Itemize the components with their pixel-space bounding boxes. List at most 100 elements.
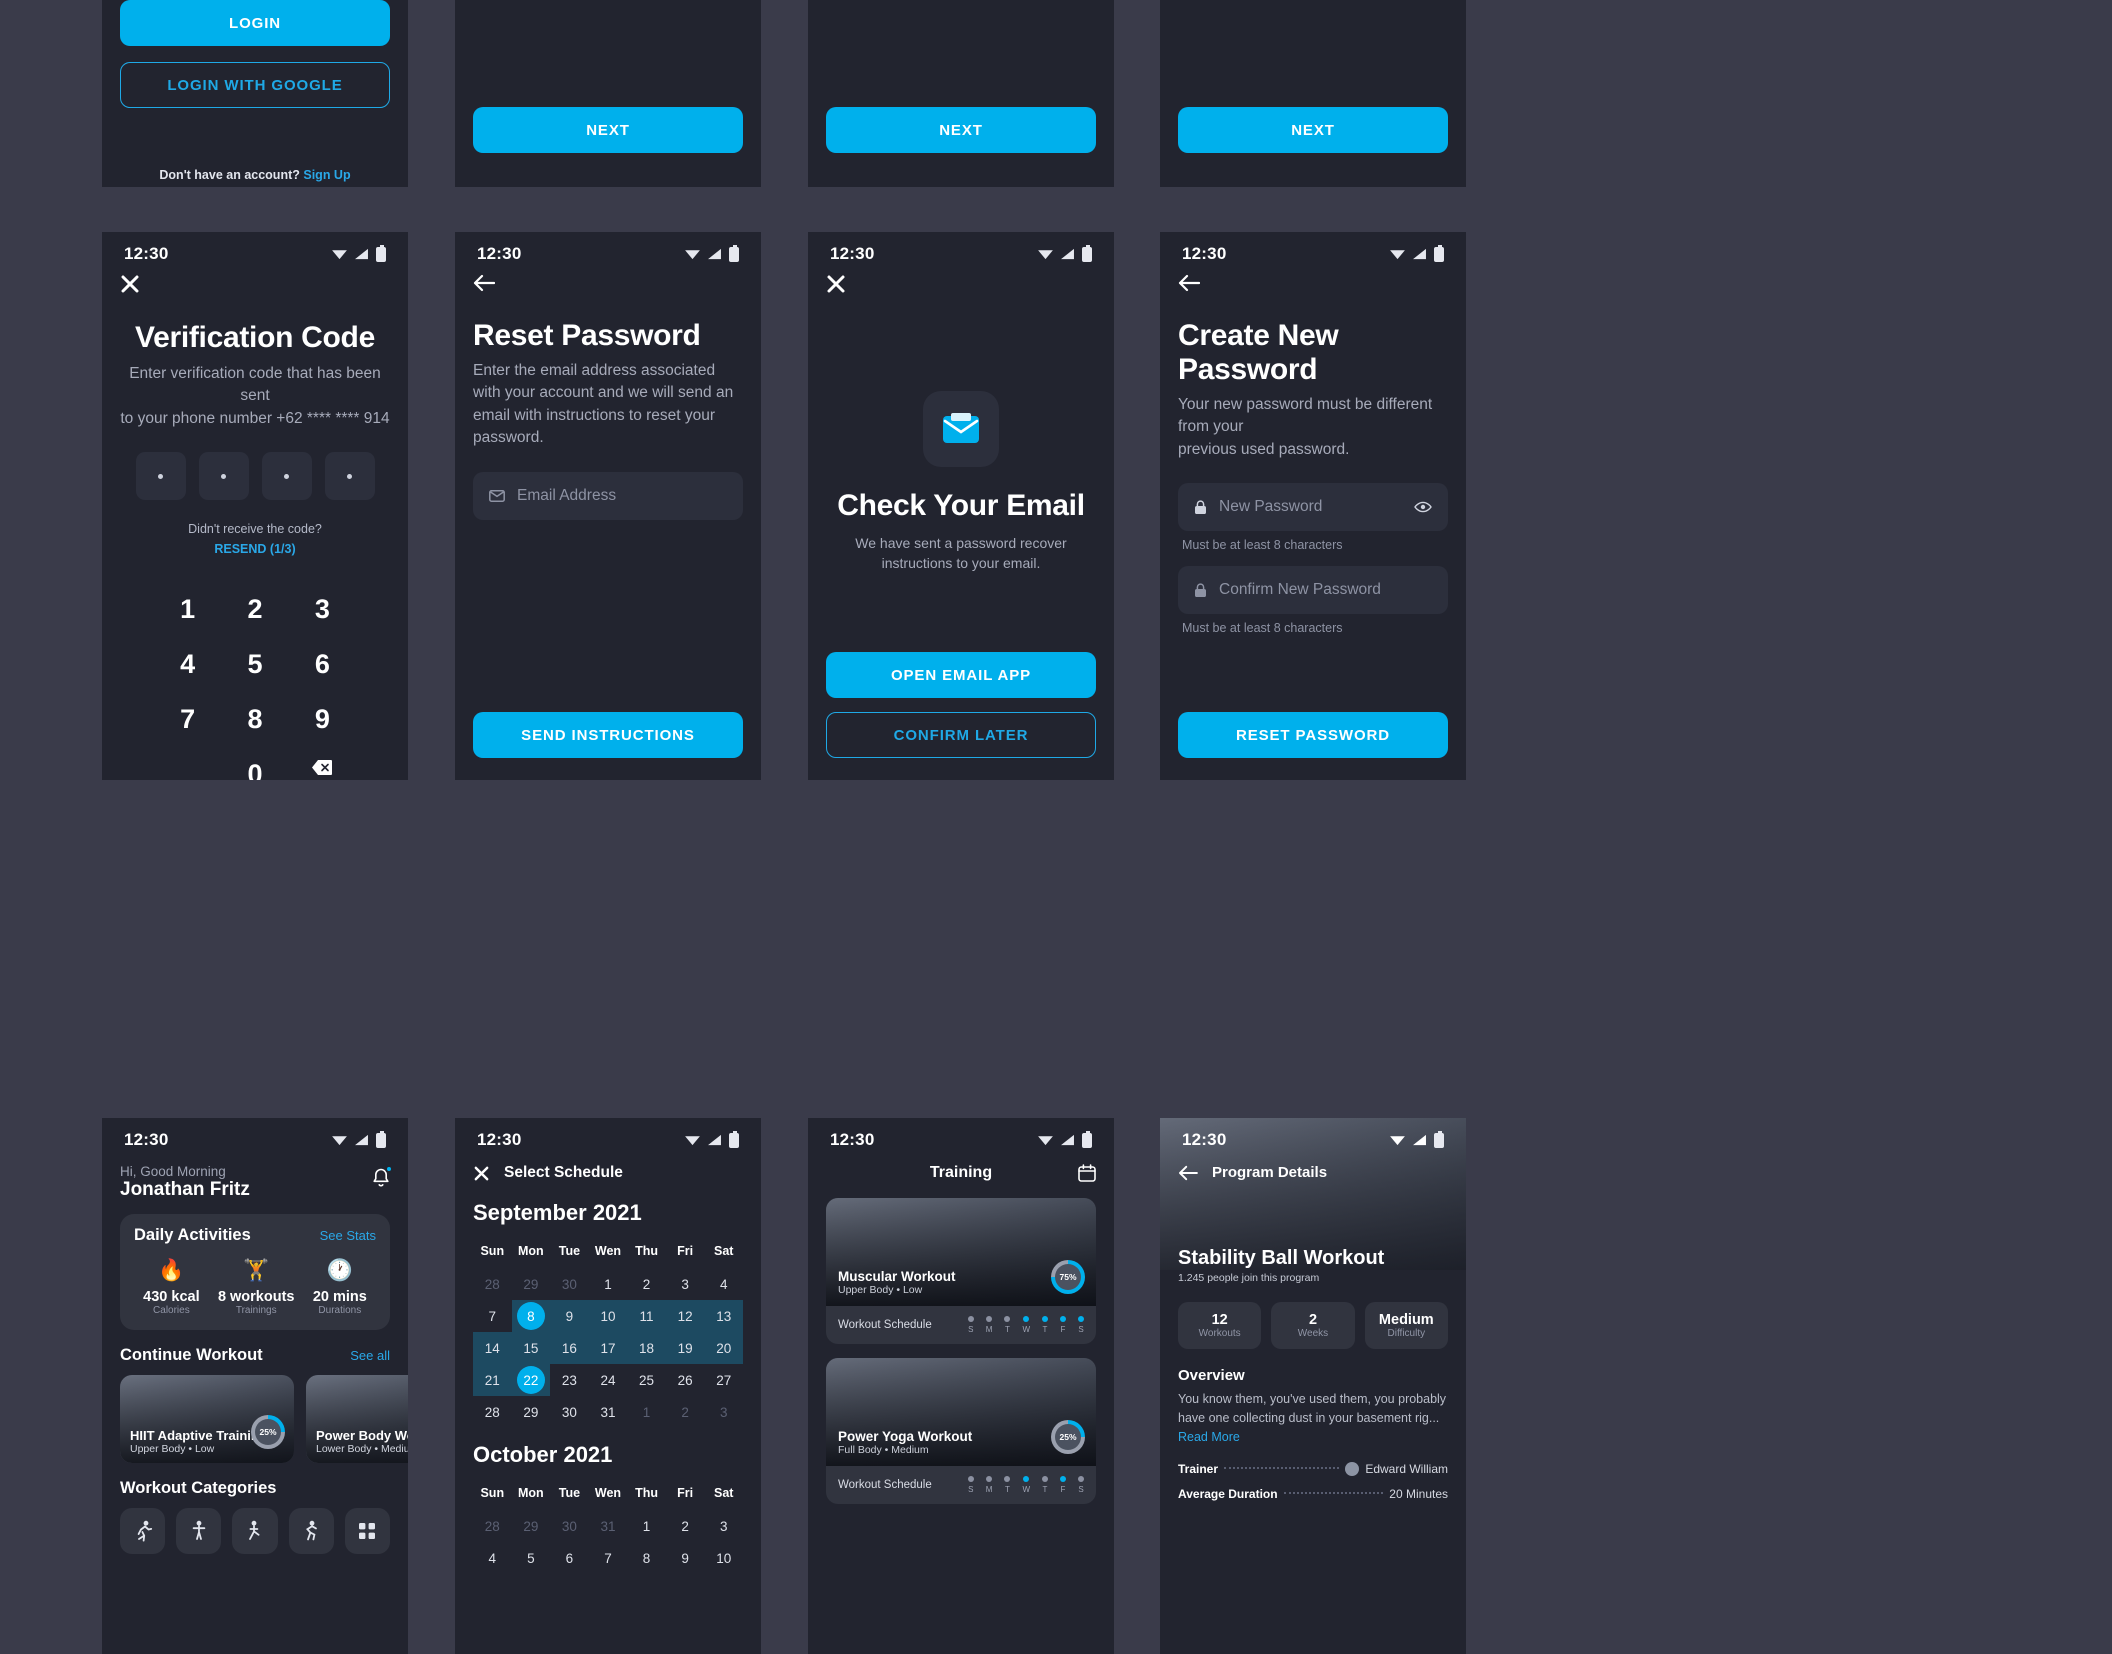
key-5[interactable]: 5 bbox=[221, 649, 288, 680]
calendar-day[interactable]: 23 bbox=[550, 1364, 589, 1396]
category-all[interactable] bbox=[344, 1508, 391, 1554]
calendar-day[interactable]: 14 bbox=[473, 1332, 512, 1364]
key-4[interactable]: 4 bbox=[154, 649, 221, 680]
calendar-day[interactable]: 3 bbox=[704, 1396, 743, 1428]
calendar-day[interactable]: 3 bbox=[704, 1510, 743, 1542]
code-digit-1[interactable] bbox=[135, 452, 186, 501]
calendar-day[interactable]: 17 bbox=[588, 1332, 628, 1364]
eye-icon[interactable] bbox=[1414, 501, 1432, 513]
close-icon[interactable] bbox=[473, 1165, 490, 1182]
key-6[interactable]: 6 bbox=[289, 649, 356, 680]
key-0[interactable]: 0 bbox=[221, 759, 288, 780]
calendar-day[interactable]: 16 bbox=[550, 1332, 589, 1364]
read-more-link[interactable]: Read More bbox=[1178, 1430, 1240, 1444]
code-digit-2[interactable] bbox=[198, 452, 249, 501]
calendar-day[interactable]: 1 bbox=[589, 1268, 628, 1300]
calendar-day[interactable]: 15 bbox=[511, 1332, 551, 1364]
calendar-day[interactable]: 30 bbox=[550, 1268, 589, 1300]
email-field[interactable]: Email Address bbox=[473, 471, 743, 520]
calendar-day[interactable]: 4 bbox=[704, 1268, 743, 1300]
code-input-group[interactable] bbox=[118, 452, 392, 501]
calendar-icon[interactable] bbox=[1078, 1164, 1096, 1182]
code-digit-4[interactable] bbox=[324, 452, 375, 501]
calendar-day[interactable]: 24 bbox=[589, 1364, 628, 1396]
confirm-later-button[interactable]: CONFIRM LATER bbox=[826, 712, 1096, 758]
training-card[interactable]: Power Yoga Workout Full Body • Medium 25… bbox=[826, 1358, 1096, 1504]
see-stats-link[interactable]: See Stats bbox=[320, 1228, 376, 1243]
calendar-day[interactable]: 20 bbox=[704, 1332, 743, 1364]
calendar-day[interactable]: 8 bbox=[627, 1542, 666, 1574]
back-arrow-icon[interactable] bbox=[473, 274, 496, 292]
calendar-day[interactable]: 9 bbox=[666, 1542, 705, 1574]
calendar-day[interactable]: 2 bbox=[666, 1396, 705, 1428]
calendar-day[interactable]: 6 bbox=[550, 1542, 589, 1574]
category-boxing[interactable] bbox=[288, 1508, 334, 1554]
reset-password-button[interactable]: RESET PASSWORD bbox=[1178, 712, 1448, 758]
next-button[interactable]: NEXT bbox=[826, 107, 1096, 153]
calendar-day[interactable]: 21 bbox=[473, 1364, 512, 1396]
key-7[interactable]: 7 bbox=[154, 704, 221, 735]
calendar-day[interactable]: 10 bbox=[704, 1542, 743, 1574]
key-1[interactable]: 1 bbox=[154, 594, 221, 625]
calendar-day[interactable]: 26 bbox=[666, 1364, 705, 1396]
calendar-day[interactable]: 9 bbox=[550, 1300, 589, 1332]
back-arrow-icon[interactable] bbox=[1178, 274, 1201, 292]
training-card[interactable]: Muscular Workout Upper Body • Low 75% Wo… bbox=[826, 1198, 1096, 1344]
open-email-app-button[interactable]: OPEN EMAIL APP bbox=[826, 652, 1096, 698]
numeric-keypad[interactable]: 1 2 3 4 5 6 7 8 9 0 bbox=[154, 594, 356, 780]
calendar-day[interactable]: 29 bbox=[512, 1510, 551, 1542]
back-arrow-icon[interactable] bbox=[1178, 1165, 1198, 1181]
calendar-day[interactable]: 31 bbox=[589, 1396, 628, 1428]
calendar-day[interactable]: 22 bbox=[511, 1364, 551, 1396]
calendar-day[interactable]: 18 bbox=[627, 1332, 666, 1364]
workout-card[interactable]: Power Body Workout Lower Body • Medium bbox=[306, 1375, 408, 1463]
next-button[interactable]: NEXT bbox=[473, 107, 743, 153]
calendar-day[interactable]: 2 bbox=[627, 1268, 666, 1300]
calendar-day[interactable]: 29 bbox=[512, 1268, 551, 1300]
calendar-day[interactable]: 1 bbox=[627, 1510, 666, 1542]
resend-button[interactable]: RESEND (1/3) bbox=[118, 542, 392, 556]
calendar-day[interactable]: 31 bbox=[589, 1510, 628, 1542]
key-8[interactable]: 8 bbox=[221, 704, 288, 735]
category-stretch[interactable] bbox=[176, 1508, 222, 1554]
key-3[interactable]: 3 bbox=[289, 594, 356, 625]
calendar-day[interactable]: 8 bbox=[511, 1300, 551, 1332]
calendar-day[interactable]: 11 bbox=[627, 1300, 666, 1332]
calendar-day[interactable]: 3 bbox=[666, 1268, 705, 1300]
backspace-key[interactable] bbox=[289, 759, 356, 780]
calendar-grid-september[interactable]: 28 29 30 1 2 3 4 7 8 9 10 11 12 13 14 15 16 17 18 19 20 21 22 2… bbox=[473, 1268, 743, 1428]
code-digit-3[interactable] bbox=[261, 452, 312, 501]
calendar-day[interactable]: 12 bbox=[665, 1300, 705, 1332]
calendar-day[interactable]: 2 bbox=[666, 1510, 705, 1542]
confirm-password-field[interactable]: Confirm New Password bbox=[1178, 566, 1448, 615]
login-with-google-button[interactable]: LOGIN WITH GOOGLE bbox=[120, 62, 390, 108]
send-instructions-button[interactable]: SEND INSTRUCTIONS bbox=[473, 712, 743, 758]
calendar-day[interactable]: 28 bbox=[473, 1510, 512, 1542]
calendar-day[interactable]: 7 bbox=[473, 1300, 512, 1332]
notifications-button[interactable] bbox=[372, 1165, 393, 1193]
calendar-day[interactable]: 25 bbox=[627, 1364, 666, 1396]
calendar-day[interactable]: 1 bbox=[627, 1396, 666, 1428]
see-all-link[interactable]: See all bbox=[350, 1348, 390, 1363]
next-button[interactable]: NEXT bbox=[1178, 107, 1448, 153]
close-icon[interactable] bbox=[120, 274, 140, 294]
key-2[interactable]: 2 bbox=[221, 594, 288, 625]
calendar-day[interactable]: 28 bbox=[473, 1268, 512, 1300]
calendar-day[interactable]: 10 bbox=[588, 1300, 628, 1332]
calendar-day[interactable]: 7 bbox=[589, 1542, 628, 1574]
close-icon[interactable] bbox=[826, 274, 846, 294]
login-button[interactable]: LOGIN bbox=[120, 0, 390, 46]
calendar-day[interactable]: 30 bbox=[550, 1510, 589, 1542]
calendar-day[interactable]: 30 bbox=[550, 1396, 589, 1428]
workout-card[interactable]: HIIT Adaptive Training Upper Body • Low … bbox=[120, 1375, 294, 1463]
calendar-grid-october[interactable]: 28 29 30 31 1 2 3 4 5 6 7 8 9 10 bbox=[473, 1510, 743, 1574]
key-9[interactable]: 9 bbox=[289, 704, 356, 735]
category-yoga[interactable] bbox=[232, 1508, 278, 1554]
new-password-field[interactable]: New Password bbox=[1178, 483, 1448, 532]
calendar-day[interactable]: 13 bbox=[704, 1300, 743, 1332]
category-run[interactable] bbox=[120, 1508, 166, 1554]
calendar-day[interactable]: 5 bbox=[512, 1542, 551, 1574]
calendar-day[interactable]: 28 bbox=[473, 1396, 512, 1428]
calendar-day[interactable]: 4 bbox=[473, 1542, 512, 1574]
signup-link[interactable]: Sign Up bbox=[303, 168, 350, 182]
